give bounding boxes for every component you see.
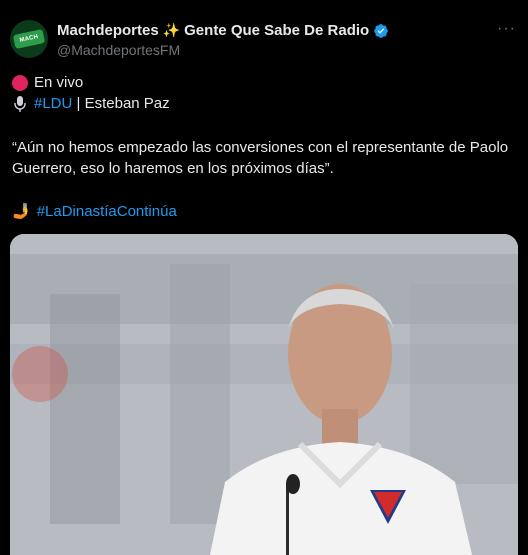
live-label: En vivo bbox=[34, 74, 84, 91]
tweet-text: En vivo #LDU | Esteban Paz “Aún no hemos… bbox=[12, 72, 512, 222]
hashtag-line: 🤳 #LaDinastíaContinúa bbox=[12, 201, 512, 222]
live-line: En vivo bbox=[12, 72, 512, 93]
hand-icon: 🤳 bbox=[12, 203, 31, 220]
verified-badge-icon bbox=[374, 23, 389, 38]
red-circle-icon bbox=[12, 74, 28, 91]
hashtag-dinastia-link[interactable]: #LaDinastíaContinúa bbox=[37, 201, 177, 222]
speaker-line: #LDU | Esteban Paz bbox=[12, 93, 512, 114]
avatar[interactable]: MACH bbox=[10, 20, 48, 58]
microphone-icon bbox=[14, 95, 26, 112]
author-name-row[interactable]: Machdeportes ✨ Gente Que Sabe De Radio bbox=[57, 22, 389, 39]
speaker-name: | Esteban Paz bbox=[76, 95, 170, 112]
avatar-logo: MACH bbox=[12, 29, 46, 49]
more-icon[interactable]: ··· bbox=[497, 20, 516, 38]
tweet-photo[interactable] bbox=[10, 234, 518, 555]
author-handle[interactable]: @MachdeportesFM bbox=[57, 42, 180, 58]
photo-illustration bbox=[10, 234, 518, 555]
author-name[interactable]: Machdeportes bbox=[57, 22, 159, 39]
hashtag-ldu-link[interactable]: #LDU bbox=[34, 95, 72, 112]
sparkles-icon: ✨ bbox=[162, 22, 181, 38]
quote-text: “Aún no hemos empezado las conversiones … bbox=[12, 139, 509, 177]
author-name-suffix[interactable]: Gente Que Sabe De Radio bbox=[184, 22, 369, 39]
